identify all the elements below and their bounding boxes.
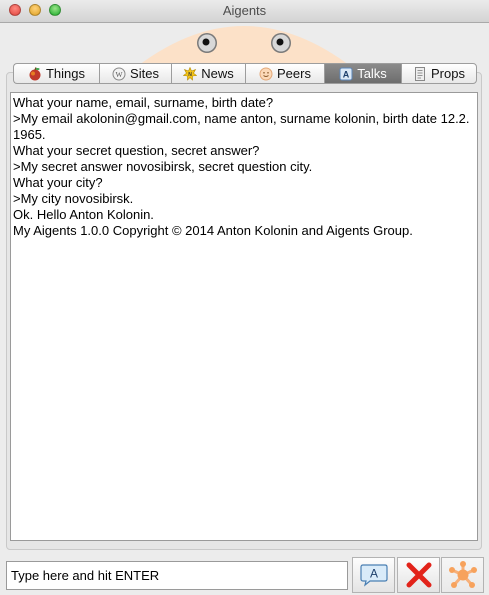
svg-text:W: W	[116, 69, 124, 78]
tab-bar: Things W Sites N News Peers A Talks Prop…	[13, 63, 477, 84]
tab-things[interactable]: Things	[13, 63, 99, 84]
svg-text:A: A	[369, 567, 377, 581]
conversation-line: What your secret question, secret answer…	[13, 143, 260, 158]
settings-burst-icon	[448, 561, 477, 588]
tab-props[interactable]: Props	[401, 63, 477, 84]
tab-label: News	[201, 66, 234, 81]
w-globe-icon: W	[112, 67, 126, 80]
tab-label: Sites	[130, 66, 159, 81]
red-x-icon	[406, 562, 431, 588]
tab-sites[interactable]: W Sites	[99, 63, 171, 84]
svg-text:N: N	[188, 72, 192, 78]
conversation-line: Ok. Hello Anton Kolonin.	[13, 207, 154, 222]
left-eye-icon	[197, 33, 217, 53]
mascot-face-icon	[130, 26, 358, 72]
settings-button[interactable]	[441, 557, 484, 593]
speak-button[interactable]: A	[352, 557, 395, 593]
a-letter-icon: A	[339, 67, 353, 80]
conversation-area[interactable]: What your name, email, surname, birth da…	[10, 92, 478, 541]
clear-button[interactable]	[397, 557, 440, 593]
message-input[interactable]	[6, 561, 348, 590]
smiley-icon	[259, 67, 273, 80]
tab-news[interactable]: N News	[171, 63, 245, 84]
app-window: Aigents Things W Sites N News Peers A Ta…	[0, 0, 489, 595]
conversation-line: My Aigents 1.0.0 Copyright © 2014 Anton …	[13, 223, 413, 238]
svg-text:A: A	[343, 69, 350, 79]
conversation-line: >My secret answer novosibirsk, secret qu…	[13, 159, 313, 174]
tab-talks[interactable]: A Talks	[324, 63, 401, 84]
tab-label: Props	[431, 66, 465, 81]
conversation-line: What your city?	[13, 175, 103, 190]
conversation-line: What your name, email, surname, birth da…	[13, 95, 274, 110]
conversation-line: >My email akolonin@gmail.com, name anton…	[13, 111, 470, 142]
speech-bubble-icon: A	[359, 564, 388, 587]
tab-label: Peers	[277, 66, 311, 81]
conversation-line: >My city novosibirsk.	[13, 191, 134, 206]
document-icon	[415, 66, 426, 81]
right-eye-icon	[271, 33, 291, 53]
news-icon: N	[183, 66, 198, 81]
tab-label: Talks	[357, 66, 387, 81]
tab-label: Things	[45, 66, 86, 81]
tab-peers[interactable]: Peers	[245, 63, 324, 84]
apple-icon	[29, 66, 41, 80]
